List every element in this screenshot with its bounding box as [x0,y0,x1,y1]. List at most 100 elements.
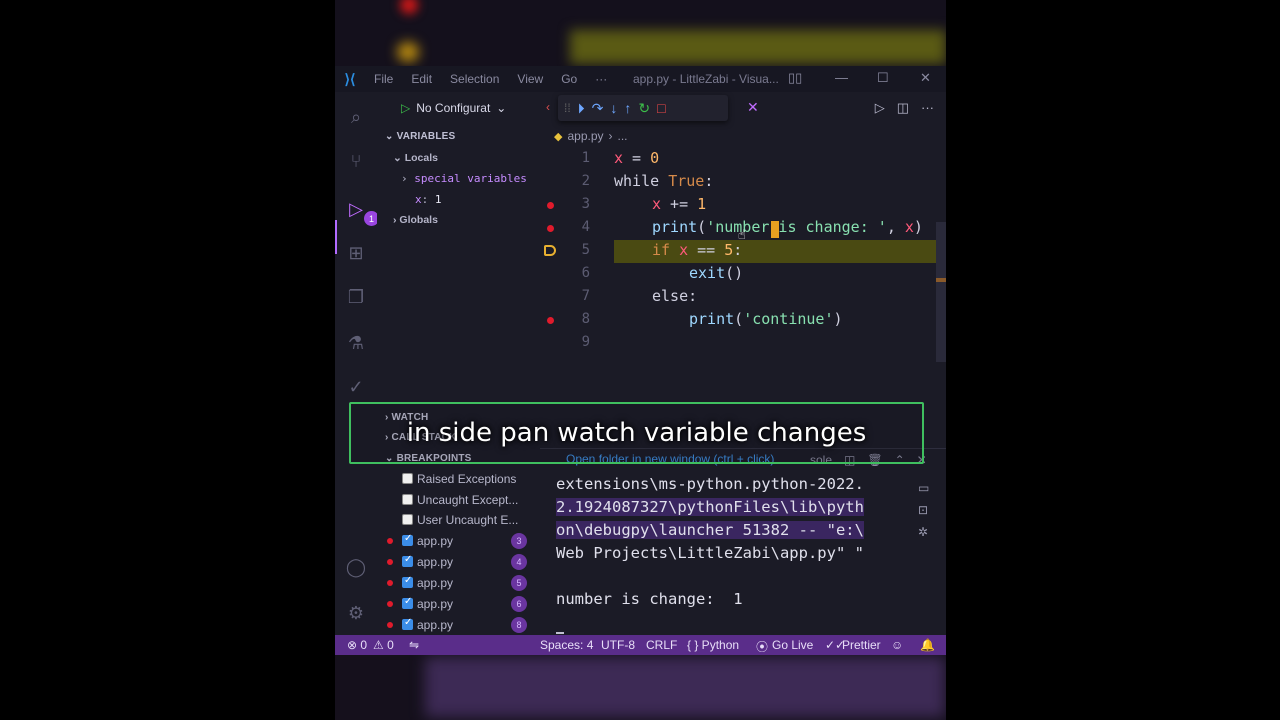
variable-x[interactable]: x: 1 [415,193,442,206]
menu-file[interactable]: File [365,72,402,86]
chevron-down-icon[interactable]: ⌄ [496,101,506,115]
grip-icon[interactable]: ⁞⁞ [564,101,571,115]
go-live[interactable]: Go Live [772,638,813,652]
stop-icon[interactable]: □ [657,100,665,116]
breakpoint-line: 8 [511,617,527,633]
notifications-bell-icon[interactable]: 🔔 [920,638,935,652]
maximize-button[interactable]: ☐ [877,70,889,86]
breakpoint-dot-icon [387,559,393,565]
breakpoint-item[interactable]: app.py 8 [377,615,540,635]
breadcrumb-file[interactable]: app.py [567,129,603,143]
scrollbar-marker [936,278,946,282]
menu-view[interactable]: View [508,72,552,86]
split-editor-icon[interactable]: ◫ [897,100,909,116]
menu-go[interactable]: Go [552,72,586,86]
breadcrumb-more[interactable]: ... [618,129,628,143]
terminal-output[interactable]: extensions\ms-python.python-2022. 2.1924… [556,473,896,634]
close-button[interactable]: ✕ [920,70,931,86]
blurred-background-bottom [335,655,946,720]
terminal-cmd-icon[interactable]: ▭ [918,481,934,495]
problems-errors[interactable]: ⊗ 0 [347,638,367,652]
code-line: 8 print('continue') [540,309,946,332]
run-file-icon[interactable]: ▷ [875,100,885,116]
encoding[interactable]: UTF-8 [601,638,635,652]
breakpoint-dot-icon [387,580,393,586]
code-line: 7 else: [581,287,698,305]
globals-scope[interactable]: › Globals [393,214,438,226]
explorer-icon[interactable]: ❐ [343,284,369,310]
breakpoint-gutter-icon[interactable] [547,225,554,232]
debug-sidebar: ▷ No Configurat ⌄ ⌄ VARIABLES ⌄ Locals ›… [377,92,540,635]
menu-selection[interactable]: Selection [441,72,508,86]
more-actions-icon[interactable]: ··· [921,100,934,116]
code-line: 1 x = 0 [581,149,660,167]
breakpoint-line: 4 [511,554,527,570]
step-over-icon[interactable]: ↷ [592,100,604,117]
terminal-shell-icon[interactable]: ⊡ [918,503,934,517]
breakpoint-checkbox[interactable] [402,575,413,588]
breakpoint-checkbox[interactable] [402,533,413,546]
remote-icon[interactable]: ⇋ [409,638,419,652]
check-icon[interactable]: ✓ [343,374,369,400]
breakpoint-checkbox[interactable] [402,596,413,609]
start-debugging-icon[interactable]: ▷ [401,101,410,115]
breakpoint-dot-icon [387,622,393,628]
run-config-bar[interactable]: ▷ No Configurat ⌄ [401,101,506,115]
code-line: 9 [581,334,590,350]
breakpoint-gutter-icon[interactable] [547,317,554,324]
breakpoint-item[interactable]: Raised Exceptions [377,469,540,489]
go-live-icon[interactable]: ⦿ [756,638,768,655]
editor-scrollbar[interactable] [936,222,946,362]
blurred-background-top [335,0,946,68]
breakpoint-checkbox[interactable] [402,554,413,567]
vscode-logo-icon: ⟩⟨ [344,70,356,87]
chevron-right-icon: › [401,172,415,185]
line-endings[interactable]: CRLF [646,638,677,652]
continue-icon[interactable]: ⏵ [578,100,585,117]
variables-header[interactable]: ⌄ VARIABLES [385,131,455,142]
code-line: 6 exit() [581,264,744,282]
tab-close-icon[interactable]: ✕ [747,99,759,116]
restart-icon[interactable]: ↻ [638,100,650,117]
breakpoint-item[interactable]: app.py 3 [377,531,540,551]
breakpoint-checkbox[interactable] [402,617,413,630]
blur-highlight [570,30,946,64]
settings-gear-icon[interactable]: ⚙ [343,600,369,626]
code-line: 5 if x == 5: [540,240,946,263]
variable-value: 1 [434,193,442,206]
breakpoint-item[interactable]: app.py 5 [377,573,540,593]
feedback-icon[interactable]: ☺ [891,638,903,652]
language-mode[interactable]: { } Python [687,638,739,652]
menu-edit[interactable]: Edit [402,72,441,86]
source-control-icon[interactable]: ⑂ [343,148,369,174]
active-indicator [335,220,337,254]
step-out-icon[interactable]: ↑ [624,100,631,116]
testing-icon[interactable]: ⚗ [343,330,369,356]
config-select[interactable]: No Configurat [416,101,490,115]
breakpoint-item[interactable]: Uncaught Except... [377,490,540,510]
run-debug-icon[interactable]: ▷ 1 [343,196,379,226]
layout-icon[interactable]: ▯▯ [788,70,802,86]
breakpoint-dot-icon [387,601,393,607]
current-breakpoint-icon[interactable] [544,245,556,256]
breakpoint-item[interactable]: User Uncaught E... [377,510,540,530]
breakpoint-item[interactable]: app.py 4 [377,552,540,572]
account-icon[interactable]: ◯ [343,554,369,580]
breakpoint-item[interactable]: app.py 6 [377,594,540,614]
breakpoint-gutter-icon[interactable] [547,202,554,209]
indentation[interactable]: Spaces: 4 [540,638,593,652]
prettier[interactable]: Prettier [842,638,881,652]
step-into-icon[interactable]: ↓ [610,100,617,116]
breakpoint-checkbox[interactable] [402,494,413,505]
breakpoint-checkbox[interactable] [402,514,413,525]
extensions-icon[interactable]: ⊞ [343,240,369,266]
special-variables[interactable]: › special variables [401,172,527,185]
search-icon[interactable]: ⌕ [343,104,369,130]
problems-warnings[interactable]: ⚠ 0 [373,638,394,652]
menu-more[interactable]: ··· [586,72,616,86]
breakpoint-checkbox[interactable] [402,473,413,484]
breakpoint-line: 6 [511,596,527,612]
minimize-button[interactable]: — [835,70,848,85]
locals-scope[interactable]: ⌄ Locals [393,152,438,164]
debug-console-icon[interactable]: ✲ [918,525,934,539]
